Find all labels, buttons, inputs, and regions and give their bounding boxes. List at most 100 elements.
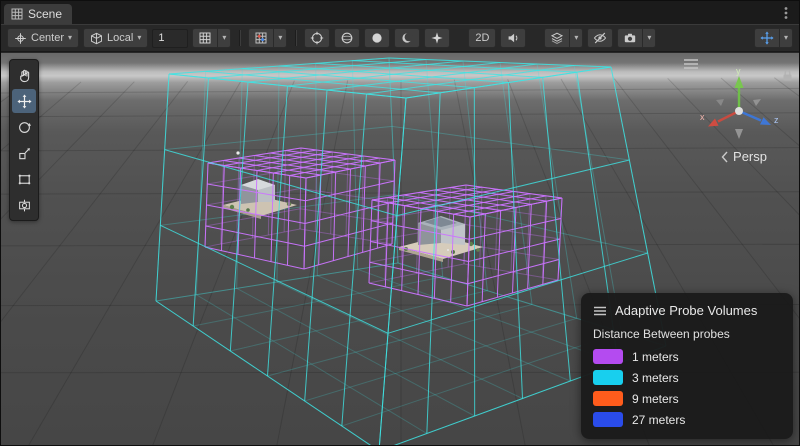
neg-y-axis-cone[interactable]	[735, 129, 743, 139]
hand-icon	[17, 68, 32, 83]
2d-mode-toggle[interactable]: 2D	[468, 28, 496, 48]
grid-visibility-group: ▾	[192, 28, 231, 48]
moon-icon	[400, 31, 414, 45]
y-axis-label: y	[736, 66, 741, 76]
legend-header[interactable]: Adaptive Probe Volumes	[593, 303, 781, 318]
view-hand-tool-button[interactable]	[12, 63, 36, 87]
projection-mode-button[interactable]: Persp	[721, 149, 767, 164]
chevron-down-icon: ▾	[784, 34, 788, 42]
rotate-icon	[17, 120, 32, 135]
scale-icon	[17, 146, 32, 161]
tab-bar: Scene	[1, 1, 799, 24]
particle-systems-toggle[interactable]	[424, 28, 450, 48]
unity-scene-view-window: Scene Center ▾ Local ▾	[0, 0, 800, 446]
snap-increment-button[interactable]	[248, 28, 274, 48]
legend-item: 3 meters	[593, 370, 781, 385]
legend-label-1m: 1 meters	[632, 350, 679, 364]
orientation-gizmo[interactable]: y x z	[697, 65, 781, 154]
swatch-1m	[593, 349, 623, 364]
grid-visibility-button[interactable]	[192, 28, 218, 48]
camera-dropdown[interactable]: ▾	[643, 28, 656, 48]
toolbar-separator	[295, 30, 296, 46]
grid-visibility-dropdown[interactable]: ▾	[218, 28, 231, 48]
building-left[interactable]	[223, 179, 297, 219]
legend-label-27m: 27 meters	[632, 413, 685, 427]
audio-toggle[interactable]	[500, 28, 526, 48]
chevron-left-icon	[721, 151, 728, 163]
chevron-down-icon: ▾	[222, 34, 226, 42]
chevron-down-icon: ▾	[68, 34, 72, 42]
tab-label: Scene	[28, 7, 62, 21]
sparkle-icon	[430, 31, 444, 45]
x-axis-cone[interactable]	[708, 119, 719, 127]
legend-title: Adaptive Probe Volumes	[615, 303, 757, 318]
legend-label-3m: 3 meters	[632, 371, 679, 385]
tab-scene[interactable]: Scene	[4, 4, 72, 24]
eye-slash-icon	[593, 31, 607, 45]
scale-tool-button[interactable]	[12, 141, 36, 165]
snap-settings-group: ▾	[248, 28, 287, 48]
snap-grid-icon	[254, 31, 268, 45]
z-axis-cone[interactable]	[760, 117, 771, 125]
effects-group: ▾	[544, 28, 583, 48]
skybox-toggle[interactable]	[364, 28, 390, 48]
transform-icon	[17, 198, 32, 213]
snap-settings-dropdown[interactable]: ▾	[274, 28, 287, 48]
camera-button[interactable]	[617, 28, 643, 48]
sphere-lighting-icon	[340, 31, 354, 45]
chevron-down-icon: ▾	[647, 34, 651, 42]
scene-visibility-toggle[interactable]	[587, 28, 613, 48]
neg-z-axis-cone[interactable]	[716, 99, 724, 106]
vertical-ellipsis-icon	[784, 6, 788, 20]
tab-options-icon[interactable]	[779, 6, 793, 20]
y-axis-cone[interactable]	[734, 76, 743, 88]
legend-subtitle: Distance Between probes	[593, 327, 781, 341]
camera-settings-group: ▾	[617, 28, 656, 48]
move-tool-button[interactable]	[12, 89, 36, 113]
legend-item: 1 meters	[593, 349, 781, 364]
z-axis-label: z	[774, 115, 779, 125]
tool-handle-position-dropdown[interactable]: Center ▾	[7, 28, 79, 48]
legend-label-9m: 9 meters	[632, 392, 679, 406]
swatch-9m	[593, 391, 623, 406]
rect-tool-button[interactable]	[12, 167, 36, 191]
filled-circle-icon	[370, 31, 384, 45]
neg-x-axis-cone[interactable]	[753, 99, 761, 106]
swatch-3m	[593, 370, 623, 385]
layers-button[interactable]	[544, 28, 570, 48]
gizmo-center[interactable]	[735, 107, 743, 115]
rotate-tool-button[interactable]	[12, 115, 36, 139]
x-axis-label: x	[700, 112, 705, 122]
pivot-center-icon	[14, 32, 27, 45]
chevron-down-icon: ▾	[137, 34, 141, 42]
layers-icon	[550, 31, 564, 45]
camera-icon	[623, 31, 637, 45]
target-icon	[310, 31, 324, 45]
legend-item: 9 meters	[593, 391, 781, 406]
chevron-down-icon: ▾	[278, 34, 282, 42]
tools-overlay	[9, 59, 39, 221]
layers-dropdown[interactable]: ▾	[570, 28, 583, 48]
grid-icon	[198, 31, 212, 45]
projection-label: Persp	[733, 149, 767, 164]
gizmo-lock-button[interactable]	[782, 69, 793, 87]
grid-size-input[interactable]	[152, 29, 188, 48]
scene-camera-gizmo-button[interactable]	[754, 28, 780, 48]
scene-toolbar: Center ▾ Local ▾ ▾	[1, 24, 799, 52]
gizmos-target-toggle[interactable]	[304, 28, 330, 48]
speaker-icon	[506, 31, 520, 45]
chevron-down-icon: ▾	[574, 34, 578, 42]
probe-dot	[236, 151, 239, 154]
swatch-27m	[593, 412, 623, 427]
scene-viewport[interactable]: y x z Persp Adaptive Probe Volumes Dista…	[1, 53, 800, 446]
transform-tool-button[interactable]	[12, 193, 36, 217]
scene-lighting-toggle[interactable]	[334, 28, 360, 48]
tool-handle-rotation-dropdown[interactable]: Local ▾	[83, 28, 148, 48]
scene-camera-gizmo-dropdown[interactable]: ▾	[780, 28, 793, 48]
2d-label: 2D	[475, 32, 489, 44]
axis-gizmo-icon[interactable]: y x z	[697, 65, 781, 149]
fog-toggle[interactable]	[394, 28, 420, 48]
handle-rotation-label: Local	[107, 32, 133, 44]
scene-grid-icon	[11, 8, 23, 20]
legend-item: 27 meters	[593, 412, 781, 427]
